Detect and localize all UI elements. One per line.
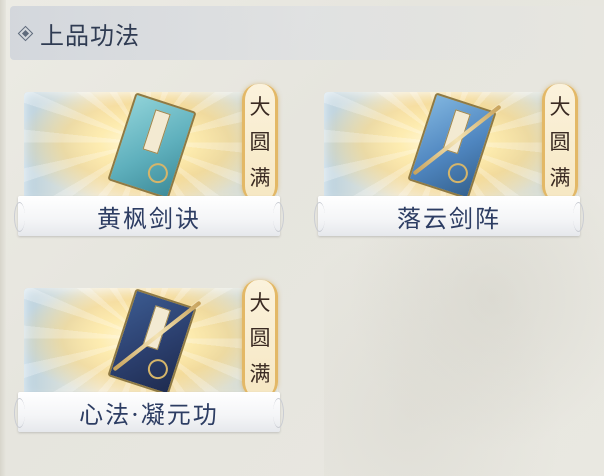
mastery-badge: 大圆满 <box>242 84 278 202</box>
panel-edge <box>0 0 6 476</box>
technique-label: 心法·凝元功 <box>14 392 284 432</box>
technique-art <box>24 288 278 400</box>
mastery-badge: 大圆满 <box>542 84 578 202</box>
mastery-badge: 大圆满 <box>242 280 278 398</box>
technique-label: 黄枫剑诀 <box>14 196 284 236</box>
technique-name: 心法·凝元功 <box>79 400 219 429</box>
technique-card-1[interactable]: 大圆满 黄枫剑诀 <box>14 84 284 244</box>
section-title: 上品功法 <box>40 21 140 50</box>
technique-name: 黄枫剑诀 <box>97 204 201 233</box>
technique-name: 落云剑阵 <box>397 204 501 233</box>
technique-card-3[interactable]: 大圆满 心法·凝元功 <box>14 280 284 440</box>
technique-art <box>24 92 278 204</box>
section-header: 上品功法 <box>10 6 604 60</box>
technique-label: 落云剑阵 <box>314 196 584 236</box>
technique-card-2[interactable]: 大圆满 落云剑阵 <box>314 84 584 244</box>
technique-art <box>324 92 578 204</box>
diamond-icon <box>17 25 34 41</box>
